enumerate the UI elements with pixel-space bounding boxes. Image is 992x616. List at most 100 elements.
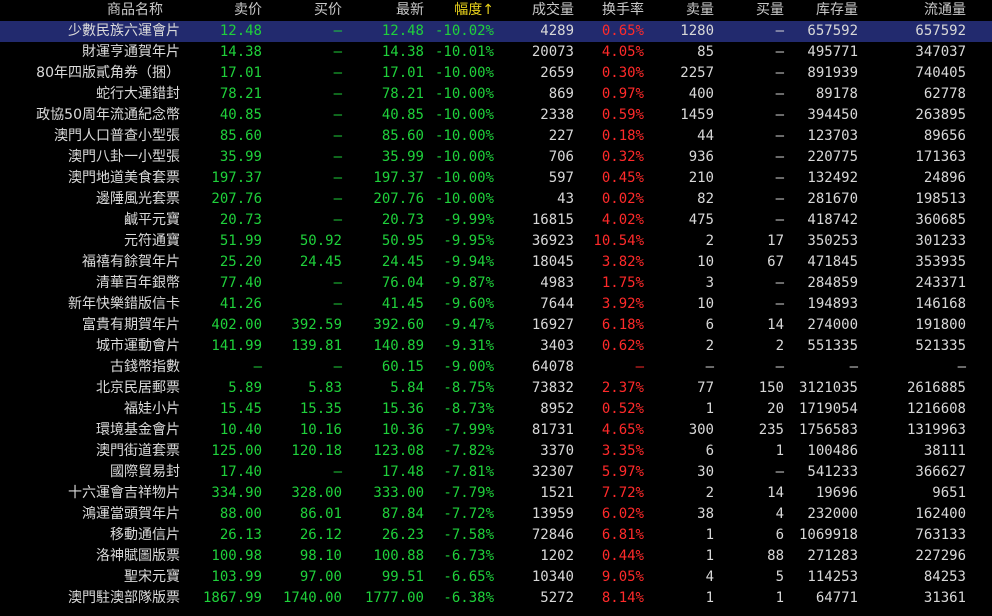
cell-buy-price: —: [333, 212, 342, 228]
table-row[interactable]: 新年快樂錯版信卡 41.26 — 41.45 -9.60% 7644 3.92% 10 — 194…: [0, 294, 992, 315]
table-row[interactable]: 聖宋元寶 103.99 97.00 99.51 -6.65% 10340 9.05% 4 5 11…: [0, 567, 992, 588]
cell-buy-price: 24.45: [299, 254, 342, 270]
table-row[interactable]: 福禧有餘賀年片 25.20 24.45 24.45 -9.94% 18045 3.82% 10…: [0, 252, 992, 273]
cell-name: 環境基金會片: [96, 422, 180, 438]
table-row[interactable]: 澳門地道美食套票 197.37 — 197.37 -10.00% 597 0.45% 210 —…: [0, 168, 992, 189]
cell-float: 360685: [915, 212, 966, 228]
cell-buy-price: 26.12: [299, 527, 342, 543]
column-header-last-price[interactable]: 最新: [350, 0, 424, 21]
cell-change: -9.47%: [443, 317, 494, 333]
cell-sell-qty: 400: [688, 86, 714, 102]
cell-buy-qty: 1: [775, 590, 784, 606]
cell-name: 澳門地道美食套票: [68, 170, 180, 186]
cell-change: -8.75%: [443, 380, 494, 396]
cell-buy-price: 50.92: [299, 233, 342, 249]
cell-sell-qty: 1280: [680, 23, 714, 39]
table-row[interactable]: 財運亨通賀年片 14.38 — 14.38 -10.01% 20073 4.05% 85 — 49…: [0, 42, 992, 63]
table-row[interactable]: 少數民族六運會片 12.48 — 12.48 -10.02% 4289 0.65% 1280 —…: [0, 21, 992, 42]
cell-sell-price: 17.40: [219, 464, 262, 480]
cell-sell-price: 103.99: [211, 569, 262, 585]
table-row[interactable]: 洛神賦圖版票 100.98 98.10 100.88 -6.73% 1202 0.44% 1 8…: [0, 546, 992, 567]
cell-change: -10.00%: [434, 86, 494, 102]
table-row[interactable]: 澳門街道套票 125.00 120.18 123.08 -7.82% 3370 3.35% 6…: [0, 441, 992, 462]
cell-float: 38111: [923, 443, 966, 459]
cell-name: 新年快樂錯版信卡: [68, 296, 180, 312]
cell-buy-price: 15.35: [299, 401, 342, 417]
cell-change: -9.60%: [443, 296, 494, 312]
cell-float: 366627: [915, 464, 966, 480]
column-header-volume[interactable]: 成交量: [500, 0, 574, 21]
cell-inventory: 281670: [807, 191, 858, 207]
table-row[interactable]: 富貴有期賀年片 402.00 392.59 392.60 -9.47% 16927 6.18…: [0, 315, 992, 336]
table-row[interactable]: 國際貿易封 17.40 — 17.48 -7.81% 32307 5.97% 30 — 54123…: [0, 462, 992, 483]
cell-volume: 5272: [540, 590, 574, 606]
cell-change: -10.00%: [434, 107, 494, 123]
cell-name: 少數民族六運會片: [68, 23, 180, 39]
cell-float: 657592: [915, 23, 966, 39]
cell-sell-qty: 1: [705, 401, 714, 417]
cell-float: —: [957, 359, 966, 375]
cell-buy-price: 98.10: [299, 548, 342, 564]
cell-turnover: 9.05%: [601, 569, 644, 585]
column-header-change-sorted[interactable]: 幅度↑: [430, 0, 494, 21]
cell-buy-price: 1740.00: [282, 590, 342, 606]
table-row[interactable]: 城市運動會片 141.99 139.81 140.89 -9.31% 3403 0.62% 2…: [0, 336, 992, 357]
table-row[interactable]: 鹹平元寶 20.73 — 20.73 -9.99% 16815 4.02% 475 — 41874…: [0, 210, 992, 231]
cell-last-price: 197.37: [373, 170, 424, 186]
cell-buy-qty: 5: [775, 569, 784, 585]
table-row[interactable]: 蛇行大運錯封 78.21 — 78.21 -10.00% 869 0.97% 400 — 8917…: [0, 84, 992, 105]
cell-volume: 36923: [531, 233, 574, 249]
table-row[interactable]: 澳門人口普查小型張 85.60 — 85.60 -10.00% 227 0.18% 44 — 12…: [0, 126, 992, 147]
cell-buy-price: —: [333, 23, 342, 39]
cell-sell-qty: 2: [705, 485, 714, 501]
table-row[interactable]: 福娃小片 15.45 15.35 15.36 -8.73% 8952 0.52% 1 20 171…: [0, 399, 992, 420]
cell-change: -10.00%: [434, 170, 494, 186]
cell-last-price: 17.01: [381, 65, 424, 81]
table-row[interactable]: 古錢幣指數 — — 60.15 -9.00% 64078 — — — — —: [0, 357, 992, 378]
column-header-sell-price[interactable]: 卖价: [186, 0, 262, 21]
cell-inventory: 394450: [807, 107, 858, 123]
cell-turnover: 8.14%: [601, 590, 644, 606]
cell-buy-qty: —: [775, 191, 784, 207]
cell-change: -6.38%: [443, 590, 494, 606]
column-header-turnover[interactable]: 换手率: [580, 0, 644, 21]
table-row[interactable]: 80年四版貳角券（捆） 17.01 — 17.01 -10.00% 2659 0.30% 22…: [0, 63, 992, 84]
column-header-sell-qty[interactable]: 卖量: [650, 0, 714, 21]
cell-last-price: 123.08: [373, 443, 424, 459]
cell-inventory: 1719054: [798, 401, 858, 417]
cell-buy-price: 86.01: [299, 506, 342, 522]
table-row[interactable]: 清華百年銀幣 77.40 — 76.04 -9.87% 4983 1.75% 3 — 284859…: [0, 273, 992, 294]
table-row[interactable]: 元符通寶 51.99 50.92 50.95 -9.95% 36923 10.54% 2 17 3…: [0, 231, 992, 252]
cell-turnover: 3.92%: [601, 296, 644, 312]
cell-buy-price: —: [333, 65, 342, 81]
table-row[interactable]: 鴻運當頭賀年片 88.00 86.01 87.84 -7.72% 13959 6.02% 38…: [0, 504, 992, 525]
column-header-inventory[interactable]: 库存量: [790, 0, 858, 21]
table-row[interactable]: 邊陲風光套票 207.76 — 207.76 -10.00% 43 0.02% 82 — 2816…: [0, 189, 992, 210]
table-row[interactable]: 十六運會吉祥物片 334.90 328.00 333.00 -7.79% 1521 7.72…: [0, 483, 992, 504]
cell-sell-qty: 4: [705, 569, 714, 585]
column-header-buy-price[interactable]: 买价: [270, 0, 342, 21]
cell-float: 243371: [915, 275, 966, 291]
table-row[interactable]: 澳門八卦一小型張 35.99 — 35.99 -10.00% 706 0.32% 936 — 22…: [0, 147, 992, 168]
column-header-buy-qty[interactable]: 买量: [720, 0, 784, 21]
cell-volume: 72846: [531, 527, 574, 543]
table-row[interactable]: 澳門駐澳部隊版票 1867.99 1740.00 1777.00 -6.38% 5272 8…: [0, 588, 992, 609]
cell-inventory: 551335: [807, 338, 858, 354]
cell-float: 347037: [915, 44, 966, 60]
table-row[interactable]: 環境基金會片 10.40 10.16 10.36 -7.99% 81731 4.65% 300…: [0, 420, 992, 441]
cell-name: 元符通寶: [124, 233, 180, 249]
cell-volume: 4289: [540, 23, 574, 39]
table-row[interactable]: 政協50周年流通紀念幣 40.85 — 40.85 -10.00% 2338 0.59% 14…: [0, 105, 992, 126]
cell-sell-qty: —: [705, 359, 714, 375]
table-row[interactable]: 北京民居郵票 5.89 5.83 5.84 -8.75% 73832 2.37% 77 150 3…: [0, 378, 992, 399]
cell-volume: 81731: [531, 422, 574, 438]
column-header-name[interactable]: 商品名称: [85, 0, 185, 21]
table-row[interactable]: 移動通信片 26.13 26.12 26.23 -7.58% 72846 6.81% 1 6 10…: [0, 525, 992, 546]
cell-turnover: 0.02%: [601, 191, 644, 207]
cell-name: 洛神賦圖版票: [96, 548, 180, 564]
cell-last-price: 1777.00: [364, 590, 424, 606]
cell-buy-qty: —: [775, 23, 784, 39]
column-header-float[interactable]: 流通量: [864, 0, 966, 21]
cell-name: 澳門八卦一小型張: [68, 149, 180, 165]
cell-name: 財運亨通賀年片: [82, 44, 180, 60]
